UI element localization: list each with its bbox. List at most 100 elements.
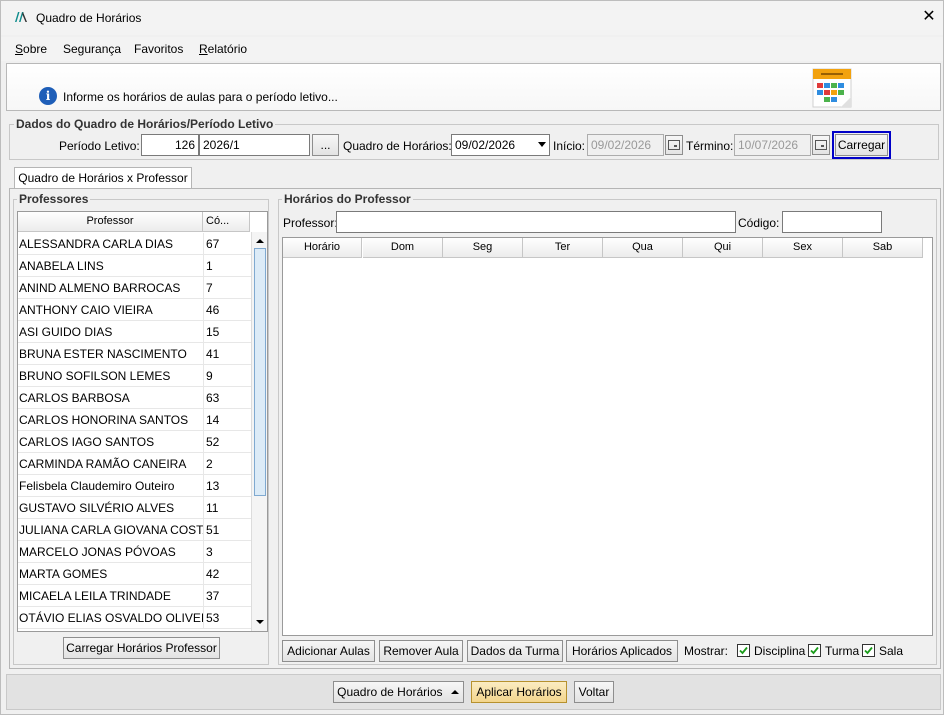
quadro-horarios-menu-button[interactable]: Quadro de Horários [333,681,464,703]
professor-name-cell[interactable]: MARTA GOMES [18,563,203,585]
close-icon[interactable]: ✕ [919,7,939,27]
window-title: Quadro de Horários [36,11,142,25]
professor-code-cell[interactable]: 52 [203,431,251,453]
horarios-column-header[interactable]: Qua [603,238,683,258]
professores-scrollbar[interactable] [251,232,267,631]
remover-aula-button[interactable]: Remover Aula [379,640,463,662]
ordinal-logo-icon [15,12,27,22]
adicionar-aulas-button[interactable]: Adicionar Aulas [282,640,375,662]
menu-relatorio[interactable]: Relatório [199,42,247,56]
codigo-label: Código: [738,216,780,230]
inicio-date-field[interactable]: 09/02/2026 [587,134,664,156]
professor-code-cell[interactable]: 46 [203,299,251,321]
sala-label: Sala [879,644,904,658]
turma-checkbox[interactable] [808,644,821,657]
professor-name-cell[interactable]: ASI GUIDO DIAS [18,321,203,343]
disciplina-label: Disciplina [754,644,806,658]
column-header-professor[interactable]: Professor [18,212,203,232]
turma-label: Turma [825,644,860,658]
periodo-code-field[interactable]: 126 [141,134,199,156]
professor-name-cell[interactable]: MARCELO JONAS PÓVOAS [18,541,203,563]
professor-name-cell[interactable]: ANABELA LINS [18,255,203,277]
title-bar: Quadro de Horários ✕ [1,1,943,35]
termino-date-field[interactable]: 10/07/2026 [734,134,811,156]
professor-name-cell[interactable]: BRUNA ESTER NASCIMENTO [18,343,203,365]
horarios-column-header[interactable]: Sab [843,238,923,258]
aplicar-horarios-button[interactable]: Aplicar Horários [471,681,567,703]
menu-favoritos[interactable]: Favoritos [134,42,183,56]
professor-code-cell[interactable]: 2 [203,453,251,475]
professor-code-cell[interactable]: 9 [203,365,251,387]
professor-code-cell[interactable]: 53 [203,607,251,629]
carregar-button[interactable]: Carregar [832,131,891,159]
professor-name-cell[interactable]: CARLOS IAGO SANTOS [18,431,203,453]
professor-code-cell[interactable]: 3 [203,541,251,563]
professor-name-cell[interactable]: ANTHONY CAIO VIEIRA [18,299,203,321]
scroll-thumb[interactable] [254,248,266,496]
periodo-lookup-button[interactable]: ... [312,134,339,156]
calendar-icon [812,68,852,108]
horarios-column-header[interactable]: Seg [443,238,523,258]
scroll-up-icon[interactable] [252,234,268,248]
professor-name-cell[interactable]: ANIND ALMENO BARROCAS [18,277,203,299]
sala-checkbox[interactable] [862,644,875,657]
professor-code-cell[interactable]: 14 [203,409,251,431]
disciplina-checkbox[interactable] [737,644,750,657]
professor-code-cell[interactable]: 51 [203,519,251,541]
professor-name-cell[interactable]: ALESSANDRA CARLA DIAS [18,233,203,255]
voltar-button[interactable]: Voltar [574,681,614,703]
horarios-column-header[interactable]: Dom [363,238,443,258]
professor-code-cell[interactable]: 63 [203,387,251,409]
professor-label: Professor: [283,216,338,230]
check-icon [739,646,748,655]
termino-calendar-button[interactable] [812,135,830,155]
info-text: Informe os horários de aulas para o perí… [63,90,338,104]
inicio-calendar-button[interactable] [665,135,683,155]
check-icon [810,646,819,655]
quadro-select[interactable]: 09/02/2026 [451,134,550,156]
horarios-column-header[interactable]: Horário [283,238,362,258]
professor-name-cell[interactable]: BRUNO SOFILSON LEMES [18,365,203,387]
dados-turma-button[interactable]: Dados da Turma [467,640,563,662]
professor-code-cell[interactable]: 1 [203,255,251,277]
column-header-codigo[interactable]: Có... [203,212,250,232]
professor-field[interactable] [336,211,736,233]
professor-name-cell[interactable]: CARLOS HONORINA SANTOS [18,409,203,431]
professor-code-cell[interactable]: 42 [203,563,251,585]
professores-table: Professor Có... ALESSANDRA CARLA DIAS 67 A… [17,211,268,632]
professor-name-cell[interactable]: MICAELA LEILA TRINDADE [18,585,203,607]
professor-code-cell[interactable]: 13 [203,475,251,497]
horarios-column-header[interactable]: Sex [763,238,843,258]
professor-name-cell[interactable]: JULIANA CARLA GIOVANA COSTA [18,519,203,541]
professor-name-cell[interactable]: Felisbela Claudemiro Outeiro [18,475,203,497]
horarios-column-header[interactable]: Qui [683,238,763,258]
professor-name-cell[interactable]: OTÁVIO ELIAS OSVALDO OLIVEIRA [18,607,203,629]
menu-seguranca[interactable]: Segurança [63,42,121,56]
tab-quadro-professor[interactable]: Quadro de Horários x Professor [14,167,192,189]
carregar-horarios-professor-button[interactable]: Carregar Horários Professor [63,637,220,659]
check-icon [864,646,873,655]
professor-code-cell[interactable]: 7 [203,277,251,299]
scroll-down-icon[interactable] [252,615,268,629]
calendar-small-icon [815,140,827,150]
professor-code-cell[interactable]: 67 [203,233,251,255]
periodo-name-field[interactable]: 2026/1 [199,134,310,156]
info-icon: i [39,87,57,105]
professor-code-cell[interactable]: 11 [203,497,251,519]
menu-sobre[interactable]: Sobre [15,42,47,56]
inicio-label: Início: [553,139,586,153]
professor-code-cell[interactable]: 15 [203,321,251,343]
info-panel: i Informe os horários de aulas para o pe… [6,63,941,111]
termino-label: Término: [686,139,734,153]
professor-name-cell[interactable]: CARLOS BARBOSA [18,387,203,409]
horarios-aplicados-button[interactable]: Horários Aplicados [566,640,678,662]
codigo-field[interactable] [782,211,882,233]
periodo-group-title: Dados do Quadro de Horários/Período Leti… [14,117,276,131]
horarios-group-title: Horários do Professor [282,192,413,206]
horarios-column-header[interactable]: Ter [523,238,603,258]
mostrar-label: Mostrar: [684,644,729,658]
professor-code-cell[interactable]: 37 [203,585,251,607]
professor-name-cell[interactable]: CARMINDA RAMÃO CANEIRA [18,453,203,475]
professor-code-cell[interactable]: 41 [203,343,251,365]
professor-name-cell[interactable]: GUSTAVO SILVÉRIO ALVES [18,497,203,519]
